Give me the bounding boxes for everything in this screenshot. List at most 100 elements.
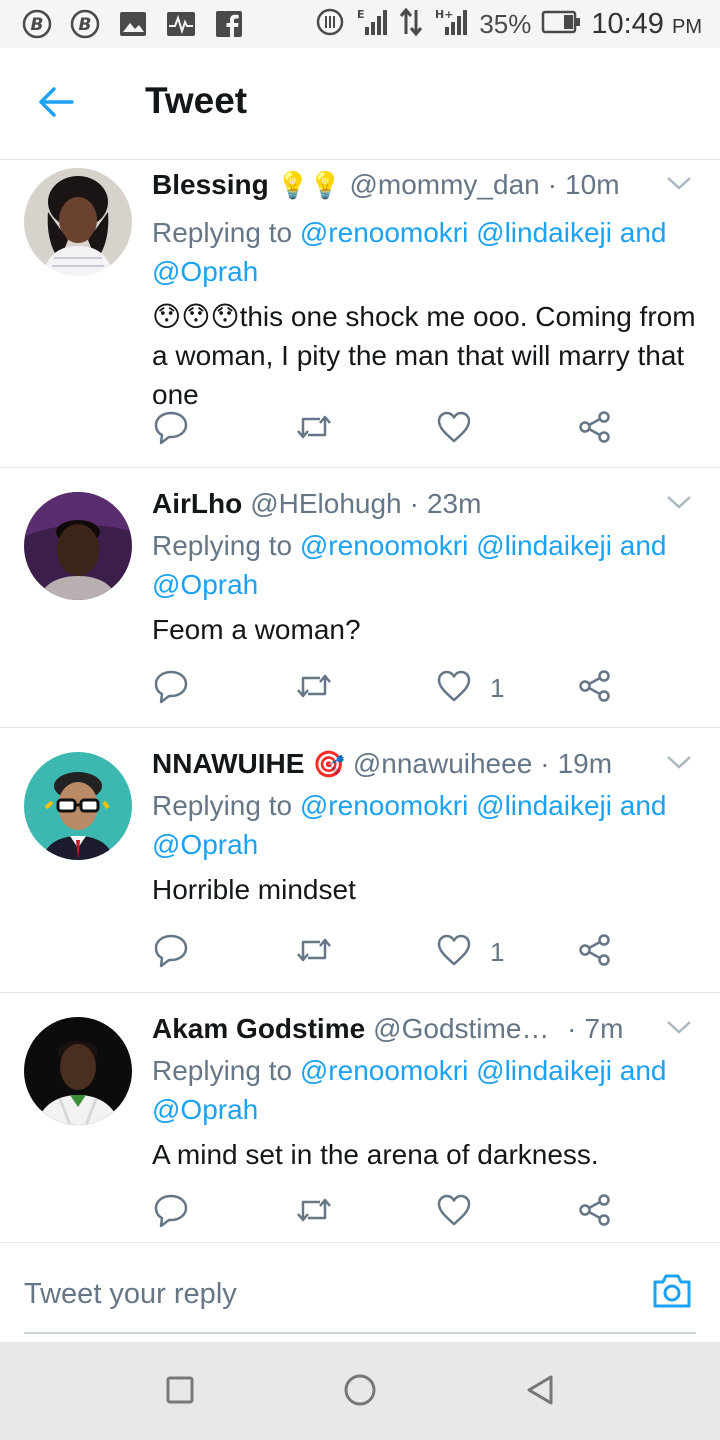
reply-button[interactable] bbox=[152, 1190, 190, 1234]
mention-link[interactable]: @Oprah bbox=[152, 569, 258, 600]
data-transfer-icon bbox=[399, 7, 423, 42]
tweet-menu-button[interactable] bbox=[662, 170, 696, 200]
avatar[interactable] bbox=[24, 1017, 132, 1125]
replying-to-label: Replying to bbox=[152, 530, 293, 561]
tweet-actions: 1 bbox=[152, 666, 632, 710]
avatar[interactable] bbox=[24, 752, 132, 860]
mention-link[interactable]: @renoomokri bbox=[300, 1055, 468, 1086]
separator-dot: · bbox=[540, 748, 550, 779]
mention-and[interactable]: and bbox=[620, 217, 667, 248]
tweet-author-handle[interactable]: @GodstimeA... bbox=[373, 1013, 553, 1045]
svg-text:B: B bbox=[79, 15, 92, 35]
recents-button[interactable] bbox=[160, 1372, 200, 1412]
mention-link[interactable]: @renoomokri bbox=[300, 217, 468, 248]
chevron-down-icon bbox=[666, 1019, 692, 1040]
reply-button[interactable] bbox=[152, 930, 190, 974]
tweet-author-handle[interactable]: @mommy_dan bbox=[349, 169, 539, 201]
mention-and[interactable]: and bbox=[620, 790, 667, 821]
tweet-author-name[interactable]: Akam Godstime bbox=[152, 1013, 365, 1045]
tweet-menu-button[interactable] bbox=[662, 489, 696, 519]
mention-link[interactable]: @Oprah bbox=[152, 829, 258, 860]
like-button[interactable] bbox=[436, 407, 490, 451]
share-icon bbox=[578, 410, 612, 449]
mention-link[interactable]: @renoomokri bbox=[300, 530, 468, 561]
mention-link[interactable]: @lindaikeji bbox=[476, 217, 612, 248]
battery-icon bbox=[541, 10, 581, 39]
like-button[interactable]: 1 bbox=[436, 666, 504, 710]
retweet-button[interactable] bbox=[294, 930, 334, 974]
notification-icons: B B bbox=[20, 8, 246, 40]
mention-link[interactable]: @lindaikeji bbox=[476, 790, 612, 821]
avatar[interactable] bbox=[24, 168, 132, 276]
like-button[interactable] bbox=[436, 1190, 490, 1234]
mention-and[interactable]: and bbox=[620, 1055, 667, 1086]
clock: 10:49 PM bbox=[591, 8, 702, 41]
reply-button[interactable] bbox=[152, 407, 190, 451]
tweet-header: NNAWUIHE 🎯 @nnawuiheee · 19m bbox=[152, 744, 696, 784]
camera-button[interactable] bbox=[650, 1271, 694, 1315]
separator-dot: · bbox=[409, 488, 419, 519]
tweet-actions bbox=[152, 407, 632, 451]
tweet-timestamp: 19m bbox=[557, 748, 613, 779]
gallery-icon bbox=[116, 8, 150, 40]
home-button[interactable] bbox=[340, 1372, 380, 1412]
comment-icon bbox=[152, 1192, 190, 1233]
mention-and[interactable]: and bbox=[620, 530, 667, 561]
like-button[interactable]: 1 bbox=[436, 930, 504, 974]
heart-icon bbox=[436, 1193, 472, 1232]
facebook-icon bbox=[212, 8, 246, 40]
chevron-down-icon bbox=[666, 175, 692, 196]
tweet[interactable]: NNAWUIHE 🎯 @nnawuiheee · 19m Replying to… bbox=[0, 728, 720, 993]
tweet-author-handle[interactable]: @HElohugh bbox=[250, 488, 401, 520]
share-button[interactable] bbox=[578, 1190, 612, 1234]
tweet-text: Feom a woman? bbox=[152, 614, 361, 645]
retweet-button[interactable] bbox=[294, 1190, 334, 1234]
tweet[interactable]: Blessing 💡💡 @mommy_dan · 10m Replying to… bbox=[0, 160, 720, 468]
mention-link[interactable]: @lindaikeji bbox=[476, 530, 612, 561]
reply-composer bbox=[0, 1242, 720, 1342]
replying-to: Replying to @renoomokri @lindaikeji and … bbox=[152, 1051, 702, 1129]
vibrate-icon bbox=[315, 7, 345, 42]
comment-icon bbox=[152, 409, 190, 450]
tweet-text: A mind set in the arena of darkness. bbox=[152, 1139, 599, 1170]
svg-text:B: B bbox=[31, 15, 44, 35]
replying-to-label: Replying to bbox=[152, 217, 293, 248]
chevron-down-icon bbox=[666, 494, 692, 515]
share-button[interactable] bbox=[578, 666, 612, 710]
tweet-author-name[interactable]: NNAWUIHE bbox=[152, 748, 304, 780]
avatar[interactable] bbox=[24, 492, 132, 600]
share-button[interactable] bbox=[578, 930, 612, 974]
mention-link[interactable]: @renoomokri bbox=[300, 790, 468, 821]
tweet-menu-button[interactable] bbox=[662, 749, 696, 779]
battery-percent: 35% bbox=[479, 8, 532, 39]
reply-button[interactable] bbox=[152, 666, 190, 710]
tweet-author-handle[interactable]: @nnawuiheee bbox=[353, 748, 532, 780]
tweet-author-name[interactable]: AirLho bbox=[152, 488, 242, 520]
tweet[interactable]: Akam Godstime @GodstimeA... · 7m Replyin… bbox=[0, 993, 720, 1242]
tweet-text: 😯😯😯this one shock me ooo. Coming from a … bbox=[152, 301, 696, 410]
share-button[interactable] bbox=[578, 407, 612, 451]
mention-link[interactable]: @Oprah bbox=[152, 256, 258, 287]
back-button[interactable] bbox=[30, 82, 82, 126]
mention-link[interactable]: @lindaikeji bbox=[476, 1055, 612, 1086]
reply-list[interactable]: Blessing 💡💡 @mommy_dan · 10m Replying to… bbox=[0, 160, 720, 1242]
tweet[interactable]: AirLho @HElohugh · 23m Replying to @reno… bbox=[0, 468, 720, 728]
replying-to-label: Replying to bbox=[152, 790, 293, 821]
retweet-button[interactable] bbox=[294, 666, 334, 710]
bbm-icon: B bbox=[68, 8, 102, 40]
tweet-menu-button[interactable] bbox=[662, 1014, 696, 1044]
heart-icon bbox=[436, 933, 472, 972]
tweet-author-name[interactable]: Blessing bbox=[152, 169, 269, 201]
reply-input[interactable] bbox=[24, 1271, 584, 1317]
activity-icon bbox=[164, 8, 198, 40]
tweet-actions: 1 bbox=[152, 930, 632, 974]
tweet-header: AirLho @HElohugh · 23m bbox=[152, 484, 696, 524]
divider bbox=[24, 1332, 696, 1334]
retweet-button[interactable] bbox=[294, 407, 334, 451]
mention-link[interactable]: @Oprah bbox=[152, 1094, 258, 1125]
retweet-icon bbox=[294, 932, 334, 973]
back-nav-button[interactable] bbox=[520, 1372, 560, 1412]
replying-to: Replying to @renoomokri @lindaikeji and … bbox=[152, 786, 702, 864]
tweet-header: Akam Godstime @GodstimeA... · 7m bbox=[152, 1009, 696, 1049]
tweet-timestamp: 23m bbox=[426, 488, 482, 519]
